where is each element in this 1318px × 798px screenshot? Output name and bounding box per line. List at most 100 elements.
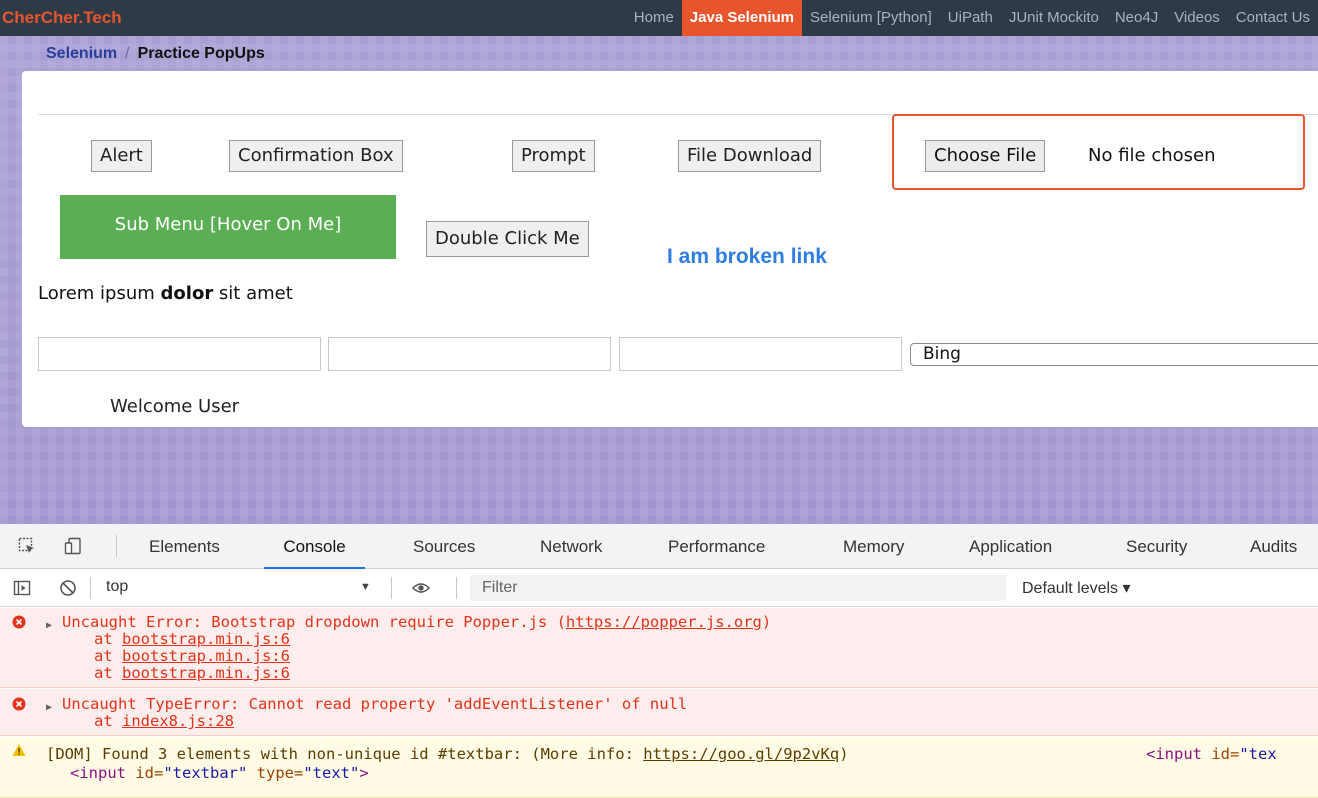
error-link[interactable]: https://popper.js.org: [566, 613, 762, 631]
stack-frame-link[interactable]: bootstrap.min.js:6: [122, 664, 290, 682]
error-message: Uncaught Error: Bootstrap dropdown requi…: [62, 614, 771, 631]
expand-triangle-icon[interactable]: ▶: [46, 699, 52, 716]
nav-link-neo4j[interactable]: Neo4J: [1107, 0, 1166, 36]
tab-security[interactable]: Security: [1126, 524, 1187, 569]
nav-link-contact-us[interactable]: Contact Us: [1228, 0, 1318, 36]
node-attr-value: "text": [303, 764, 360, 782]
confirmation-box-button[interactable]: Confirmation Box: [229, 140, 403, 172]
warning-icon: [12, 744, 26, 756]
nav-link-home[interactable]: Home: [626, 0, 682, 36]
warning-message: [DOM] Found 3 elements with non-unique i…: [46, 746, 849, 763]
device-toolbar-icon[interactable]: [64, 537, 82, 555]
warning-text: [DOM] Found 3 elements with non-unique i…: [46, 745, 644, 763]
stack-frame: at index8.js:28: [94, 713, 234, 730]
textbar-input-2[interactable]: [328, 337, 611, 371]
stack-frame: at bootstrap.min.js:6: [94, 665, 290, 682]
console-toolbar: top ▼ Filter Default levels ▾: [0, 569, 1318, 607]
double-click-button[interactable]: Double Click Me: [426, 221, 589, 257]
breadcrumb-link-selenium[interactable]: Selenium: [46, 45, 117, 62]
search-engine-select[interactable]: Bing: [910, 343, 1318, 366]
console-filter-input[interactable]: Filter: [470, 575, 1006, 601]
warning-node[interactable]: <input id="textbar" type="text">: [70, 765, 369, 782]
tab-console[interactable]: Console: [264, 524, 365, 569]
breadcrumb-separator: /: [125, 45, 130, 62]
tab-application[interactable]: Application: [969, 524, 1052, 569]
lorem-bold: dolor: [160, 283, 214, 304]
toolbar-divider: [90, 577, 91, 599]
nav-links: Home Java Selenium Selenium [Python] UiP…: [626, 0, 1318, 36]
expand-triangle-icon[interactable]: ▶: [46, 617, 52, 634]
textbar-input-1[interactable]: [38, 337, 321, 371]
stack-frame-link[interactable]: index8.js:28: [122, 712, 234, 730]
textbar-input-3[interactable]: [619, 337, 902, 371]
warning-link[interactable]: https://goo.gl/9p2vKq: [643, 745, 839, 763]
stack-at: at: [94, 647, 122, 665]
console-error-entry: ▶ Uncaught Error: Bootstrap dropdown req…: [0, 608, 1318, 688]
node-tag: <input: [70, 764, 126, 782]
top-navbar: CherCher.Tech Home Java Selenium Seleniu…: [0, 0, 1318, 36]
tab-audits[interactable]: Audits: [1250, 524, 1297, 569]
context-selector[interactable]: top: [106, 578, 128, 596]
stack-at: at: [94, 630, 122, 648]
prompt-button[interactable]: Prompt: [512, 140, 595, 172]
node-tag: <input: [1146, 745, 1202, 763]
node-tag: >: [359, 764, 369, 782]
page-background: Selenium / Practice PopUps Alert Confirmat…: [0, 36, 1318, 524]
devtools-tabbar: Elements Console Sources Network Perform…: [0, 524, 1318, 569]
alert-button[interactable]: Alert: [91, 140, 152, 172]
live-expression-eye-icon[interactable]: [412, 579, 430, 597]
stack-frame: at bootstrap.min.js:6: [94, 631, 290, 648]
toolbar-divider: [456, 577, 457, 599]
tab-memory[interactable]: Memory: [843, 524, 904, 569]
file-status-text: No file chosen: [1088, 145, 1216, 166]
tab-sources[interactable]: Sources: [413, 524, 475, 569]
lorem-after: sit amet: [213, 283, 293, 304]
devtools-panel: Elements Console Sources Network Perform…: [0, 524, 1318, 798]
stack-at: at: [94, 712, 122, 730]
node-attr-value: "textbar": [163, 764, 248, 782]
toolbar-divider: [116, 535, 117, 557]
nav-link-uipath[interactable]: UiPath: [940, 0, 1001, 36]
error-text-end: ): [761, 613, 772, 631]
sub-menu-hover-button[interactable]: Sub Menu [Hover On Me]: [60, 195, 396, 259]
tab-performance[interactable]: Performance: [668, 524, 765, 569]
stack-at: at: [94, 664, 122, 682]
toolbar-divider: [391, 577, 392, 599]
clear-console-icon[interactable]: [59, 579, 77, 597]
node-attr: type=: [247, 764, 304, 782]
stack-frame-link[interactable]: bootstrap.min.js:6: [122, 647, 290, 665]
nav-link-selenium-python[interactable]: Selenium [Python]: [802, 0, 940, 36]
nav-link-java-selenium[interactable]: Java Selenium: [681, 0, 803, 36]
stack-frame: at bootstrap.min.js:6: [94, 648, 290, 665]
broken-link[interactable]: I am broken link: [667, 245, 827, 269]
warning-node-preview[interactable]: <input id="tex: [1146, 746, 1277, 763]
breadcrumb: Selenium / Practice PopUps: [46, 45, 265, 63]
context-dropdown-icon[interactable]: ▼: [360, 581, 371, 593]
error-icon: [12, 615, 26, 629]
node-attr: id=: [1202, 745, 1240, 763]
warning-text-end: ): [839, 745, 849, 763]
file-upload-highlight: Choose File No file chosen: [892, 114, 1305, 190]
stack-frame-link[interactable]: bootstrap.min.js:6: [122, 630, 290, 648]
error-text: Uncaught Error: Bootstrap dropdown requi…: [62, 613, 566, 631]
node-attr-value: "tex: [1239, 745, 1277, 763]
nav-link-junit-mockito[interactable]: JUnit Mockito: [1001, 0, 1107, 36]
file-download-button[interactable]: File Download: [678, 140, 822, 172]
breadcrumb-current: Practice PopUps: [137, 45, 265, 62]
error-icon: [12, 697, 26, 711]
error-message: Uncaught TypeError: Cannot read property…: [62, 695, 688, 713]
show-sidebar-icon[interactable]: [13, 579, 31, 597]
site-logo[interactable]: CherCher.Tech: [2, 8, 122, 28]
lorem-text: Lorem ipsum dolor sit amet: [38, 283, 293, 304]
console-warning-entry: [DOM] Found 3 elements with non-unique i…: [0, 737, 1318, 798]
log-levels-dropdown[interactable]: Default levels ▾: [1022, 578, 1131, 598]
practice-panel: Alert Confirmation Box Prompt File Downl…: [22, 71, 1318, 427]
tab-network[interactable]: Network: [540, 524, 602, 569]
welcome-text: Welcome User: [110, 396, 240, 417]
console-error-entry: ▶ Uncaught TypeError: Cannot read proper…: [0, 689, 1318, 736]
nav-link-videos[interactable]: Videos: [1166, 0, 1228, 36]
tab-elements[interactable]: Elements: [149, 524, 220, 569]
inspect-element-icon[interactable]: [18, 537, 36, 555]
lorem-before: Lorem ipsum: [38, 283, 161, 304]
choose-file-button[interactable]: Choose File: [925, 140, 1046, 172]
